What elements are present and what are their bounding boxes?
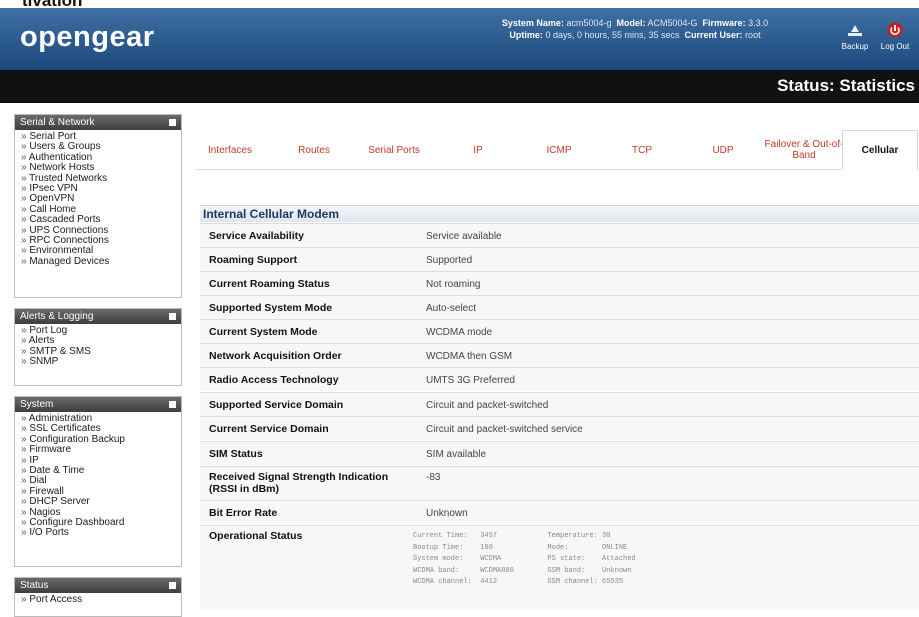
collapse-icon[interactable]	[169, 119, 176, 126]
sidebar-status-header[interactable]: Status	[15, 578, 181, 593]
row-label: SIM Status	[209, 448, 263, 460]
tab-routes[interactable]: Routes	[286, 130, 342, 170]
row-label: Received Signal Strength Indication (RSS…	[209, 471, 389, 495]
operational-status-line: WCDMA band: WCDMA800 GSM band: Unknown	[413, 566, 632, 575]
tab-cellular[interactable]: Cellular	[842, 130, 918, 170]
page-title: Status: Statistics	[777, 76, 915, 95]
tab-tcp[interactable]: TCP	[606, 130, 678, 170]
table-row: SIM Status SIM available	[200, 441, 919, 465]
backup-button[interactable]: Backup	[838, 22, 872, 51]
row-label: Service Availability	[209, 230, 304, 242]
row-label: Current System Mode	[209, 326, 318, 338]
top-header: opengear System Name: acm5004-g Model: A…	[0, 8, 919, 70]
row-value: SIM available	[426, 449, 487, 460]
tab-udp[interactable]: UDP	[690, 130, 756, 170]
row-value: Service available	[426, 231, 502, 242]
table-row: Roaming Support Supported	[200, 247, 919, 271]
row-value: -83	[426, 472, 441, 483]
row-value: WCDMA then GSM	[426, 351, 513, 362]
sidebar-item-port-access[interactable]: Port Access	[21, 594, 176, 605]
tab-ip[interactable]: IP	[446, 130, 510, 170]
collapse-icon[interactable]	[169, 313, 176, 320]
row-value: Auto-select	[426, 303, 477, 314]
table-row: Network Acquisition Order WCDMA then GSM	[200, 343, 919, 367]
sidebar-system-header[interactable]: System	[15, 397, 181, 412]
row-value: UMTS 3G Preferred	[426, 375, 515, 386]
row-value: Supported	[426, 255, 473, 266]
tab-interfaces[interactable]: Interfaces	[196, 130, 264, 170]
sidebar-serial-network: Serial & Network Serial PortUsers & Grou…	[14, 114, 182, 298]
row-label: Operational Status	[209, 530, 303, 542]
section-title: Internal Cellular Modem	[200, 205, 919, 222]
row-label: Bit Error Rate	[209, 507, 278, 519]
row-label: Roaming Support	[209, 254, 298, 266]
operational-status-line: Bootup Time: 100 Mode: ONLINE	[413, 543, 628, 552]
tab-bar: Interfaces Routes Serial Ports IP ICMP TCP UDP…	[196, 130, 919, 170]
sidebar-item-i-o-ports[interactable]: I/O Ports	[21, 528, 176, 539]
row-label: Current Service Domain	[209, 423, 329, 435]
sidebar-serial-network-header[interactable]: Serial & Network	[15, 115, 181, 130]
table-row: Supported System Mode Auto-select	[200, 295, 919, 319]
collapse-icon[interactable]	[169, 401, 176, 408]
backup-icon	[848, 25, 862, 36]
collapse-icon[interactable]	[169, 582, 176, 589]
sidebar-alerts-logging: Alerts & Logging Port LogAlertsSMTP & SM…	[14, 308, 182, 386]
tab-failover-out-of-band[interactable]: Failover & Out-of-Band	[764, 130, 844, 170]
sidebar-system: System AdministrationSSL CertificatesCon…	[14, 396, 182, 567]
sidebar-alerts-logging-header[interactable]: Alerts & Logging	[15, 309, 181, 324]
row-label: Supported System Mode	[209, 302, 333, 314]
sidebar-item-managed-devices[interactable]: Managed Devices	[21, 256, 176, 267]
tab-icmp[interactable]: ICMP	[522, 130, 596, 170]
main-content: Interfaces Routes Serial Ports IP ICMP TCP UDP…	[196, 122, 919, 610]
operational-status-line: Current Time: 3457 Temperature: 30	[413, 532, 611, 540]
system-info: System Name: acm5004-g Model: ACM5004-G …	[501, 18, 769, 40]
row-value: Not roaming	[426, 279, 481, 290]
row-label: Network Acquisition Order	[209, 350, 342, 362]
table-row: Current Roaming Status Not roaming	[200, 271, 919, 295]
logout-button[interactable]: Log Out	[876, 22, 914, 51]
table-row: Service Availability Service available	[200, 223, 919, 247]
sidebar-item-snmp[interactable]: SNMP	[21, 356, 176, 367]
row-value: Circuit and packet-switched service	[426, 424, 583, 435]
table-row: Operational Status Current Time: 3457 Tem…	[200, 525, 919, 610]
table-row: Current Service Domain Circuit and packet…	[200, 416, 919, 440]
sidebar-status: Status Port Access	[14, 577, 182, 617]
power-icon	[887, 22, 903, 38]
sidebar-item-firmware[interactable]: Firmware	[21, 444, 176, 455]
table-row: Current System Mode WCDMA mode	[200, 319, 919, 343]
row-value: Unknown	[426, 508, 468, 519]
table-row: Received Signal Strength Indication (RSS…	[200, 466, 919, 500]
table-row: Supported Service Domain Circuit and pack…	[200, 392, 919, 416]
table-row: Bit Error Rate Unknown	[200, 500, 919, 524]
table-row: Radio Access Technology UMTS 3G Preferred	[200, 367, 919, 391]
row-label: Supported Service Domain	[209, 399, 344, 411]
operational-status-line: WCDMA channel: 4412 GSM channel: 65535	[413, 578, 624, 586]
row-value: WCDMA mode	[426, 327, 493, 338]
row-label: Radio Access Technology	[209, 374, 339, 386]
operational-status-dump: Current Time: 3457 Temperature: 30 Bootup…	[413, 531, 636, 589]
row-label: Current Roaming Status	[209, 278, 330, 290]
operational-status-line: System mode: WCDMA PS state: Attached	[413, 555, 636, 563]
tab-serial-ports[interactable]: Serial Ports	[354, 130, 434, 170]
opengear-logo: opengear	[20, 21, 155, 53]
row-value: Circuit and packet-switched	[426, 400, 549, 411]
